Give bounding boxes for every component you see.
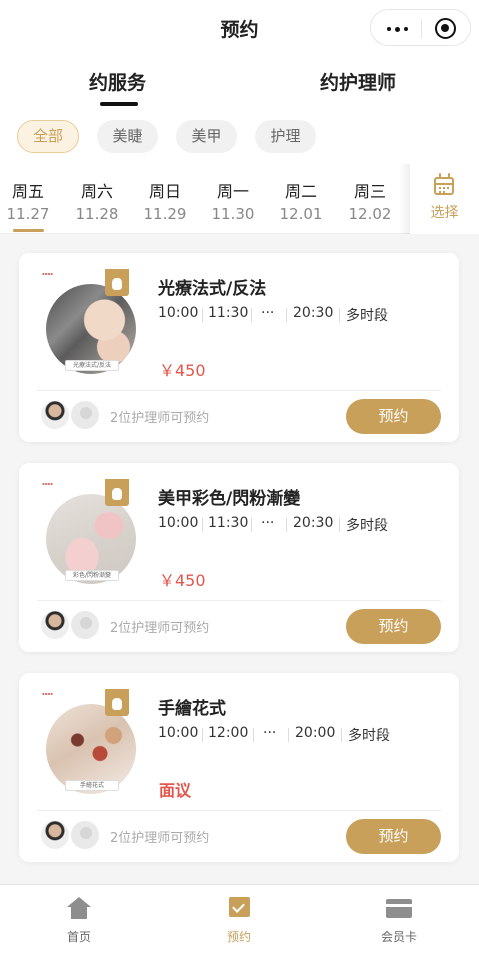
capsule-divider [421,19,422,38]
filter-all[interactable]: 全部 [17,120,79,153]
date-weekday: 周六 [80,182,113,201]
date-weekday: 周一 [216,182,249,201]
date-item[interactable]: 周六 11.28 [67,178,127,223]
therapist-avatar-placeholder [70,610,100,640]
calendar-ring [448,173,450,179]
brand-badge-icon [105,269,129,296]
home-icon [67,897,91,919]
book-button[interactable]: 预约 [346,819,441,854]
calendar-ring [439,173,441,179]
category-filters: 全部 美睫 美甲 护理 [0,110,479,164]
book-button[interactable]: 预约 [346,609,441,644]
card-divider [37,390,441,391]
date-weekday: 周日 [148,182,181,201]
available-therapists: 2位护理师可预约 [110,831,210,846]
calendar-icon [434,177,454,195]
more-icon[interactable] [387,26,409,32]
thumb-caption: 光療法式/反法 [65,360,119,371]
date-day: 11.28 [75,205,119,223]
service-price: ￥450 [159,361,206,380]
service-name: 光療法式/反法 [158,279,267,299]
nav-bar: 预约 [0,0,479,56]
time-slot-ellipsis: ··· [263,725,277,741]
bottom-tab-bar: 首页 预约 会员卡 [0,884,479,960]
thumb-caption: 手繪花式 [65,780,119,791]
service-card[interactable]: ▪▪▪▪ 光療法式/反法 光療法式/反法 10:00 11:30 ··· 20:… [19,253,459,442]
time-slot: 10:00 [158,305,199,321]
miniprogram-capsule [370,9,471,46]
available-therapists: 2位护理师可预约 [110,411,210,426]
service-price: ￥450 [159,571,206,590]
card-icon [386,899,412,918]
service-thumbnail: ▪▪▪▪ 手繪花式 [40,689,140,794]
therapist-avatar-placeholder [70,820,100,850]
date-day: 11.29 [143,205,187,223]
available-therapists: 2位护理师可预约 [110,621,210,636]
date-day: 12.01 [279,205,323,223]
filter-eyelash[interactable]: 美睫 [97,120,158,153]
therapist-avatar-placeholder [70,400,100,430]
therapist-avatar [40,610,70,640]
time-slot: 12:00 [208,725,249,741]
tab-therapists[interactable]: 约护理师 [320,68,396,95]
calendar-check-icon [229,897,250,917]
therapist-avatar [40,400,70,430]
date-picker-button[interactable]: 选择 [410,164,479,234]
date-item[interactable]: 周五 11.27 [0,178,58,223]
date-item[interactable]: 周一 11.30 [203,178,263,223]
multi-slot-label: 多时段 [348,728,390,744]
time-slot: 11:30 [208,515,249,531]
date-active-indicator [13,229,44,232]
tab-services[interactable]: 约服务 [89,68,146,95]
tabbar-label: 会员卡 [380,930,417,944]
filter-nails[interactable]: 美甲 [176,120,237,153]
date-weekday: 周二 [284,182,317,201]
card-divider [37,810,441,811]
service-card[interactable]: ▪▪▪▪ 彩色/閃粉漸變 美甲彩色/閃粉漸變 10:00 11:30 ··· 2… [19,463,459,652]
date-day: 11.30 [211,205,255,223]
service-name: 手繪花式 [158,699,226,719]
time-slot-ellipsis: ··· [261,515,275,531]
brand-badge-icon [105,479,129,506]
close-target-icon[interactable] [435,18,456,39]
time-slot: 11:30 [208,305,249,321]
time-slot: 10:00 [158,725,199,741]
service-card[interactable]: ▪▪▪▪ 手繪花式 手繪花式 10:00 12:00 ··· 20:00 多时段… [19,673,459,862]
time-slot: 20:30 [293,305,334,321]
service-name: 美甲彩色/閃粉漸變 [158,489,301,509]
date-item[interactable]: 周三 12.02 [340,178,400,223]
date-weekday: 周三 [353,182,386,201]
service-thumbnail: ▪▪▪▪ 彩色/閃粉漸變 [40,479,140,584]
brand-mark: ▪▪▪▪ [42,481,53,486]
multi-slot-label: 多时段 [346,518,388,534]
tab-active-indicator [100,102,138,106]
brand-mark: ▪▪▪▪ [42,271,53,276]
service-thumbnail: ▪▪▪▪ 光療法式/反法 [40,269,140,374]
tabbar-label: 首页 [66,930,91,944]
card-divider [37,600,441,601]
brand-badge-icon [105,689,129,716]
thumb-caption: 彩色/閃粉漸變 [65,570,119,581]
date-day: 12.02 [348,205,392,223]
therapist-avatar [40,820,70,850]
service-tabs: 约服务 约护理师 [0,56,479,110]
service-price: 面议 [159,781,192,800]
date-weekday: 周五 [11,182,44,201]
tabbar-label: 预约 [226,930,251,944]
filter-care[interactable]: 护理 [255,120,316,153]
time-slot: 10:00 [158,515,199,531]
time-slot-ellipsis: ··· [261,305,275,321]
brand-mark: ▪▪▪▪ [42,691,53,696]
multi-slot-label: 多时段 [346,308,388,324]
book-button[interactable]: 预约 [346,399,441,434]
date-picker-label: 选择 [430,205,459,221]
date-day: 11.27 [6,205,50,223]
date-strip: 周五 11.27 周六 11.28 周日 11.29 周一 11.30 周二 1… [0,164,479,234]
date-item[interactable]: 周二 12.01 [271,178,331,223]
time-slot: 20:00 [295,725,336,741]
time-slot: 20:30 [293,515,334,531]
date-item[interactable]: 周日 11.29 [135,178,195,223]
